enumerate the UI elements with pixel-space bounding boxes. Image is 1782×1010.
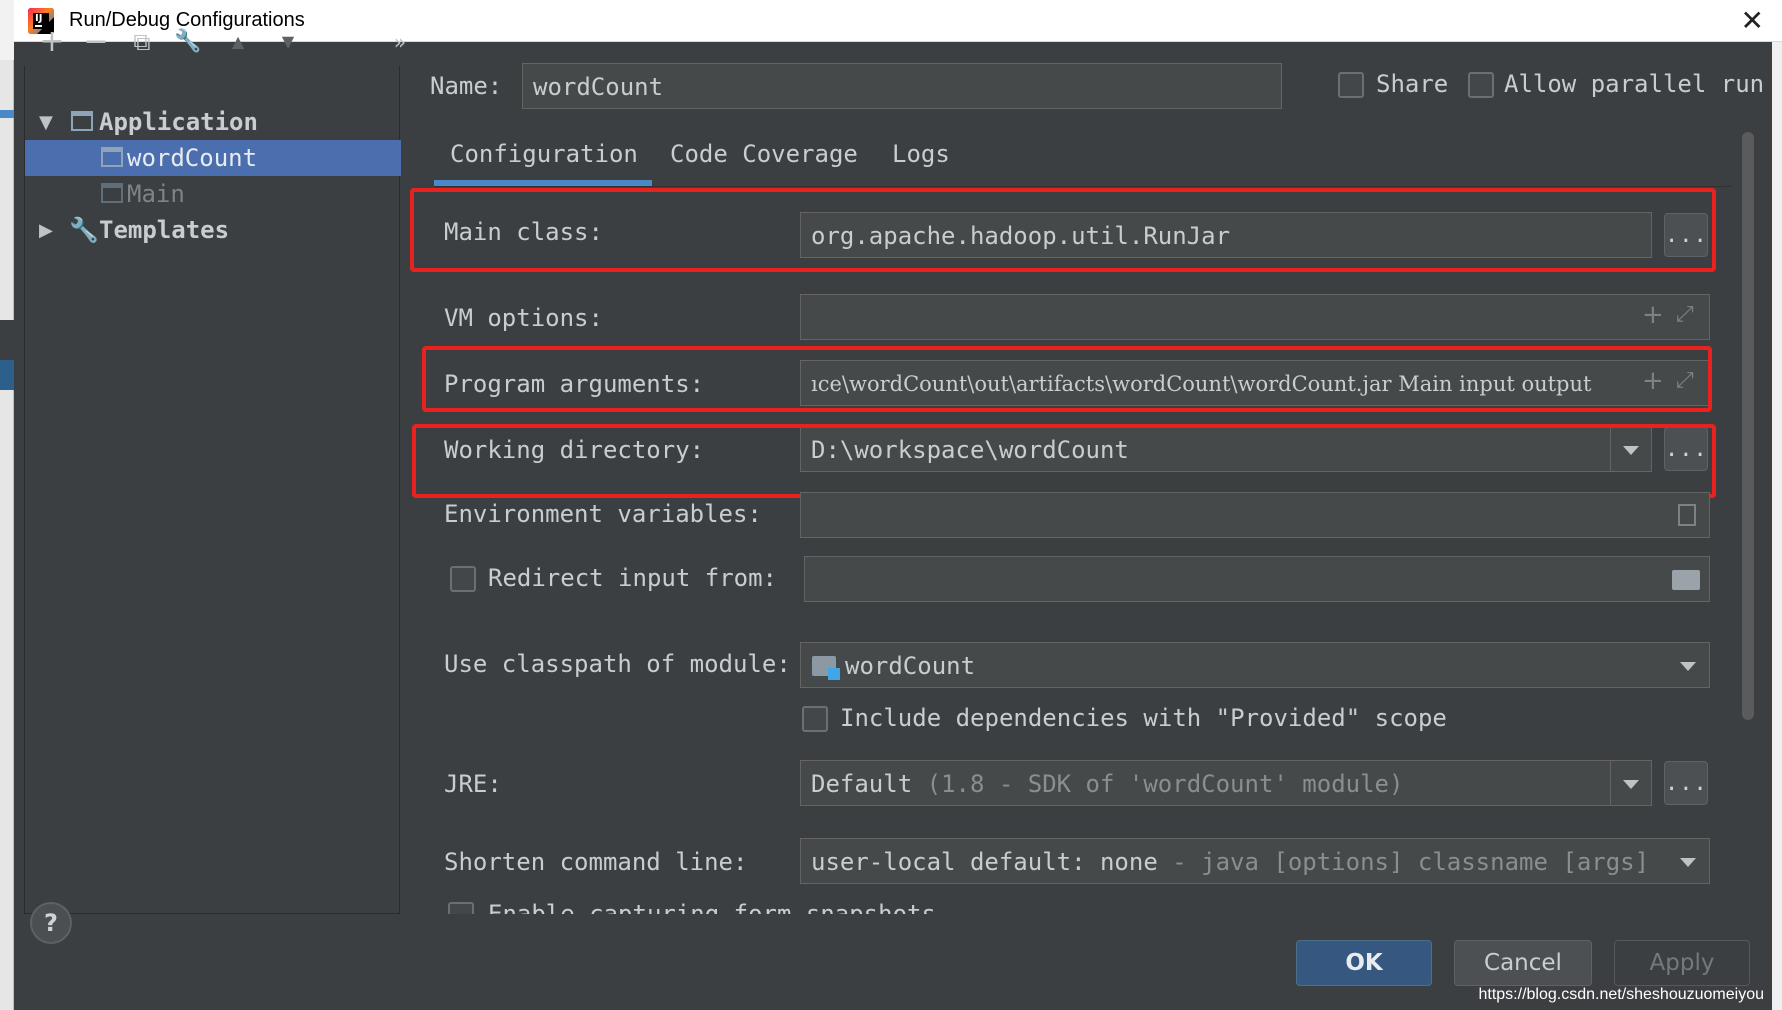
vm-options-label: VM options: <box>444 304 603 332</box>
tree-node-application[interactable]: ▼ Application <box>25 104 401 140</box>
module-icon <box>812 656 840 680</box>
tab-logs[interactable]: Logs <box>892 140 950 168</box>
share-checkbox[interactable] <box>1338 72 1364 98</box>
wrench-icon[interactable]: 🔧 <box>172 22 204 62</box>
plus-icon[interactable]: + <box>1642 300 1664 330</box>
move-down-icon[interactable]: ▼ <box>272 22 304 62</box>
ok-button[interactable]: OK <box>1296 940 1432 986</box>
name-input[interactable]: wordCount <box>522 63 1282 109</box>
folder-icon[interactable] <box>1672 570 1700 590</box>
tree-item-wordcount[interactable]: wordCount <box>25 140 401 176</box>
move-up-icon[interactable]: ▲ <box>222 22 254 62</box>
tab-separator <box>434 186 1732 187</box>
parallel-run-checkbox[interactable] <box>1468 72 1494 98</box>
strip-segment <box>0 0 14 60</box>
capture-snapshots-checkbox-clip <box>448 902 474 914</box>
jre-select[interactable]: Default (1.8 - SDK of 'wordCount' module… <box>800 760 1652 806</box>
collapse-arrow-icon[interactable]: ▶ <box>39 220 53 241</box>
help-button[interactable]: ? <box>30 902 72 944</box>
chevron-down-icon[interactable] <box>1680 662 1696 671</box>
share-label: Share <box>1376 70 1449 98</box>
tree-item-main[interactable]: Main <box>25 176 401 212</box>
jre-browse-button[interactable]: ... <box>1664 761 1708 805</box>
add-icon[interactable]: + <box>36 22 68 62</box>
application-config-icon <box>101 147 123 167</box>
shorten-detail-text: - java [options] classname [args] <box>1172 848 1650 876</box>
vm-options-input[interactable] <box>800 294 1710 340</box>
jre-detail-text: (1.8 - SDK of 'wordCount' module) <box>926 770 1404 798</box>
highlight-box <box>422 346 1712 412</box>
name-label: Name: <box>430 72 503 100</box>
chevron-down-icon[interactable] <box>1680 858 1696 867</box>
capture-snapshots-label: Enable capturing form snapshots <box>488 900 936 914</box>
include-dependencies-checkbox[interactable] <box>802 706 828 732</box>
strip-segment <box>0 360 14 390</box>
shorten-command-line-select[interactable]: user-local default: none - java [options… <box>800 838 1710 884</box>
remove-icon[interactable]: − <box>80 22 112 62</box>
classpath-module-label: Use classpath of module: <box>444 650 791 678</box>
redirect-input-label: Redirect input from: <box>488 564 777 592</box>
environment-variables-label: Environment variables: <box>444 500 762 528</box>
watermark: https://blog.csdn.net/sheshouzuomeiyou <box>1474 986 1768 1004</box>
wrench-icon: 🔧 <box>69 216 99 244</box>
tree-item-label: Main <box>127 180 185 208</box>
background-window-strip <box>0 0 14 1010</box>
parallel-run-label: Allow parallel run <box>1504 70 1765 98</box>
chevron-down-icon[interactable] <box>1623 780 1639 789</box>
highlight-box <box>410 188 1716 272</box>
apply-button[interactable]: Apply <box>1614 940 1750 986</box>
copy-icon[interactable]: ⧉ <box>126 22 158 62</box>
application-icon <box>71 111 93 131</box>
shorten-main-text: user-local default: none <box>811 848 1158 876</box>
tab-code-coverage[interactable]: Code Coverage <box>670 140 858 168</box>
expand-icon[interactable]: ⤢ <box>1676 302 1694 327</box>
capture-snapshots-checkbox[interactable] <box>448 902 474 914</box>
shorten-command-line-label: Shorten command line: <box>444 848 748 876</box>
tab-configuration[interactable]: Configuration <box>450 140 638 168</box>
close-icon[interactable]: ✕ <box>1741 4 1764 37</box>
tree-label-application: Application <box>99 108 258 136</box>
jre-label: JRE: <box>444 770 502 798</box>
application-config-icon <box>101 183 123 203</box>
tree-label-templates: Templates <box>99 216 230 244</box>
dropdown-separator <box>1610 761 1611 805</box>
jre-default-text: Default <box>811 770 913 798</box>
classpath-module-select[interactable]: wordCount <box>800 642 1710 688</box>
include-dependencies-label: Include dependencies with "Provided" sco… <box>840 704 1447 732</box>
more-icon[interactable]: » <box>384 22 416 62</box>
strip-segment <box>0 110 14 118</box>
document-icon[interactable] <box>1678 504 1696 526</box>
redirect-input-field[interactable] <box>804 556 1710 602</box>
cancel-button[interactable]: Cancel <box>1454 940 1592 986</box>
expand-arrow-icon[interactable]: ▼ <box>39 112 53 133</box>
highlight-box <box>412 424 1716 498</box>
config-tree: ▼ Application wordCount Main ▶ 🔧 Templat… <box>24 66 401 914</box>
tree-item-label: wordCount <box>127 144 258 172</box>
tree-node-templates[interactable]: ▶ 🔧 Templates <box>25 212 401 248</box>
vertical-scrollbar[interactable] <box>1742 132 1754 720</box>
redirect-input-checkbox[interactable] <box>450 566 476 592</box>
environment-variables-input[interactable] <box>800 492 1710 538</box>
background-window-strip-right <box>1772 42 1782 1010</box>
